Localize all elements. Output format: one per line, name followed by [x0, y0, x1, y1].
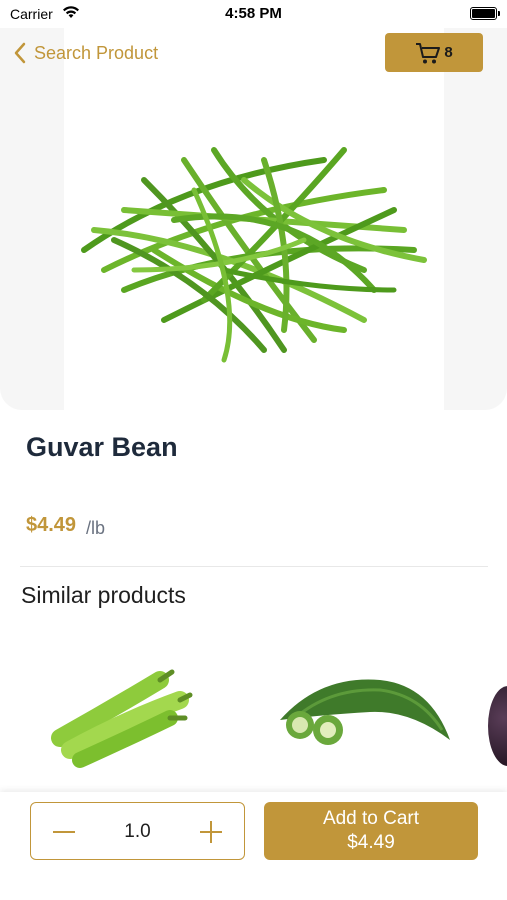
- similar-product-card-partial[interactable]: [488, 686, 507, 766]
- product-price: $4.49: [26, 514, 77, 536]
- back-label: Search Product: [34, 42, 159, 63]
- product-image: [81, 147, 427, 363]
- back-button[interactable]: Search Product: [14, 40, 158, 66]
- cart-button[interactable]: 8: [385, 33, 483, 72]
- add-to-cart-price: $4.49: [347, 832, 395, 853]
- similar-product-card[interactable]: [40, 640, 240, 790]
- product-title: Guvar Bean: [26, 432, 178, 462]
- product-image-area: [0, 28, 507, 410]
- status-time: 4:58 PM: [225, 5, 282, 22]
- divider: [20, 566, 488, 567]
- status-bar: Carrier 4:58 PM: [0, 0, 507, 28]
- chevron-left-icon: [14, 42, 26, 64]
- bottom-action-bar: 1.0 Add to Cart $4.49: [0, 792, 507, 900]
- battery-icon: [470, 7, 500, 20]
- price-unit: /lb: [86, 518, 106, 538]
- product-thumbnail: [280, 679, 450, 745]
- add-to-cart-label: Add to Cart: [322, 808, 420, 829]
- quantity-stepper[interactable]: 1.0: [30, 802, 245, 860]
- cart-icon: [416, 42, 441, 63]
- add-to-cart-button[interactable]: Add to Cart $4.49: [264, 802, 478, 860]
- plus-icon[interactable]: [200, 821, 222, 843]
- cart-count: 8: [444, 44, 453, 61]
- product-thumbnail: [51, 669, 193, 768]
- similar-products-heading: Similar products: [21, 582, 186, 608]
- similar-product-card[interactable]: [260, 640, 460, 790]
